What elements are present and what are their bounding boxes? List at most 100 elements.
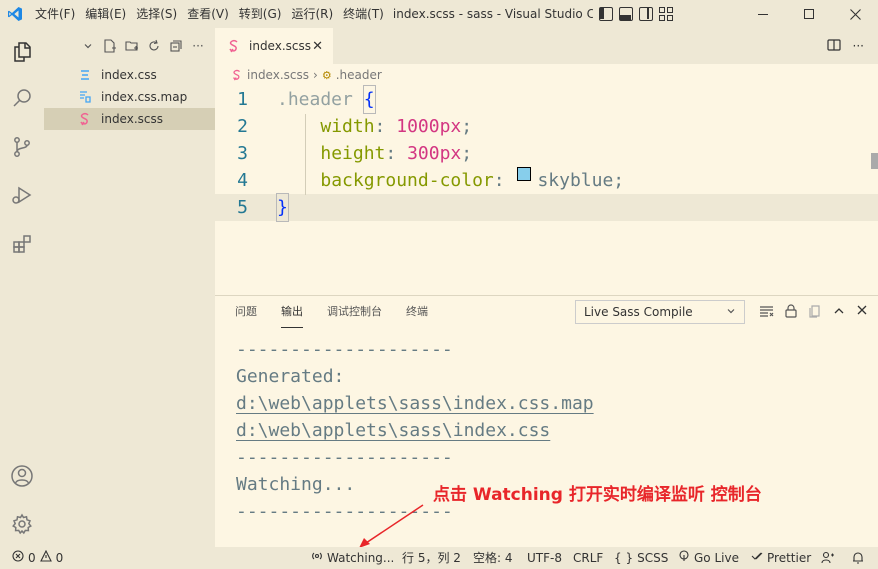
chevron-right-icon: › [313,68,318,82]
prettier-label: Prettier [767,551,812,565]
close-tab-icon[interactable]: ✕ [312,39,323,54]
menu-view[interactable]: 查看(V) [182,0,234,28]
collapse-all-icon[interactable] [169,39,183,53]
menu-edit[interactable]: 编辑(E) [80,0,131,28]
layout-controls [598,7,673,21]
output-channel-value: Live Sass Compile [584,305,693,319]
extensions-icon[interactable] [0,222,44,266]
explorer-icon[interactable] [0,30,44,74]
line-number: 5 [237,197,248,218]
maximize-button[interactable] [786,0,832,28]
close-brace: } [276,193,289,222]
line-number: 3 [237,143,248,164]
toggle-secondary-sidebar-icon[interactable] [638,7,653,21]
tab-debug-console[interactable]: 调试控制台 [327,296,382,328]
run-debug-icon[interactable] [0,173,44,217]
indent-guide [305,114,306,195]
live-sass-watching[interactable]: Watching... [311,547,394,569]
double-check-icon [751,547,763,569]
file-name: index.css.map [101,90,188,104]
maximize-panel-icon[interactable] [832,304,846,321]
menu-bar: 文件(F) 编辑(E) 选择(S) 查看(V) 转到(G) 运行(R) 终端(T… [30,0,389,28]
toggle-panel-icon[interactable] [618,7,633,21]
prettier-status[interactable]: Prettier [751,547,811,569]
editor-area: index.scss ✕ ··· index.scss › ⚙ .header … [215,28,878,295]
settings-gear-icon[interactable] [0,502,44,546]
map-file-icon [77,89,93,105]
line-number: 2 [237,116,248,137]
open-brace: { [362,85,376,114]
source-control-icon[interactable] [0,125,44,169]
file-item-index-css[interactable]: index.css [44,64,215,86]
status-bar: 0 0 Watching... 行 5，列 2 空格: 4 UTF-8 CRLF… [0,547,878,569]
line-number: 4 [237,170,248,191]
go-live-label: Go Live [694,551,739,565]
breadcrumb: index.scss › ⚙ .header [215,64,878,86]
breadcrumb-file[interactable]: index.scss [247,68,309,82]
annotation-arrow-icon [359,504,424,548]
scrollbar-marker[interactable] [871,153,878,169]
color-swatch-icon[interactable] [517,167,532,181]
close-button[interactable] [832,0,878,28]
broadcast-icon [311,547,323,569]
search-icon[interactable] [0,76,44,120]
css-property: height [320,143,386,164]
open-log-icon[interactable] [808,304,822,321]
tab-terminal[interactable]: 终端 [406,296,428,328]
output-link[interactable]: d:\web\applets\sass\index.css [236,417,878,444]
output-channel-select[interactable]: Live Sass Compile [575,300,745,324]
more-actions-icon[interactable]: ··· [191,39,205,53]
problems-status[interactable]: 0 0 [12,547,63,569]
tab-index-scss[interactable]: index.scss ✕ [215,28,333,64]
new-file-icon[interactable] [103,39,117,53]
title-bar: 文件(F) 编辑(E) 选择(S) 查看(V) 转到(G) 运行(R) 终端(T… [0,0,878,28]
menu-run[interactable]: 运行(R) [286,0,338,28]
css-selector: .header [277,89,353,110]
breadcrumb-symbol[interactable]: .header [336,68,382,82]
file-name: index.scss [101,112,163,126]
css-unit: px [439,116,462,137]
css-number: 1000 [396,116,440,137]
cursor-position[interactable]: 行 5，列 2 [402,547,461,569]
more-actions-icon[interactable]: ··· [853,39,864,53]
code-line: 3 height: 300 px; [215,140,878,167]
warning-icon [39,547,52,569]
output-link[interactable]: d:\web\applets\sass\index.css.map [236,390,878,417]
new-folder-icon[interactable] [125,39,139,53]
file-item-index-scss[interactable]: index.scss [44,108,215,130]
customize-layout-icon[interactable] [658,7,673,21]
line-number: 1 [237,89,248,110]
menu-file[interactable]: 文件(F) [30,0,80,28]
clear-output-icon[interactable] [759,304,774,321]
eol-status[interactable]: CRLF [573,547,603,569]
indentation-status[interactable]: 空格: 4 [473,547,513,569]
go-live-button[interactable]: Go Live [678,547,739,569]
code-line: 1 .header { [215,85,878,114]
window-controls [740,0,878,28]
notifications-bell-icon[interactable] [851,547,865,569]
menu-selection[interactable]: 选择(S) [131,0,182,28]
refresh-icon[interactable] [147,39,161,53]
split-editor-icon[interactable] [826,38,841,55]
window-title: index.scss - sass - Visual Studio Cod... [392,7,593,21]
code-editor[interactable]: 1 .header { 2 width: 1000 px; 3 height: 3… [215,85,878,222]
vscode-logo-icon[interactable] [0,0,30,28]
css-file-icon [77,67,93,83]
symbol-class-icon: ⚙ [321,68,332,82]
chevron-down-icon[interactable] [81,39,95,53]
watching-label: Watching... [327,551,395,565]
menu-terminal[interactable]: 终端(T) [338,0,389,28]
file-item-index-css-map[interactable]: index.css.map [44,86,215,108]
minimize-button[interactable] [740,0,786,28]
encoding-status[interactable]: UTF-8 [527,547,562,569]
feedback-icon[interactable] [821,547,835,569]
language-mode[interactable]: { } SCSS [614,547,668,569]
lock-icon[interactable] [784,304,798,321]
tab-output[interactable]: 输出 [281,296,303,328]
toggle-sidebar-icon[interactable] [598,7,613,21]
tab-problems[interactable]: 问题 [235,296,257,328]
close-panel-icon[interactable] [856,304,868,321]
css-value: skyblue [537,170,614,191]
account-icon[interactable] [0,454,44,498]
menu-go[interactable]: 转到(G) [234,0,287,28]
